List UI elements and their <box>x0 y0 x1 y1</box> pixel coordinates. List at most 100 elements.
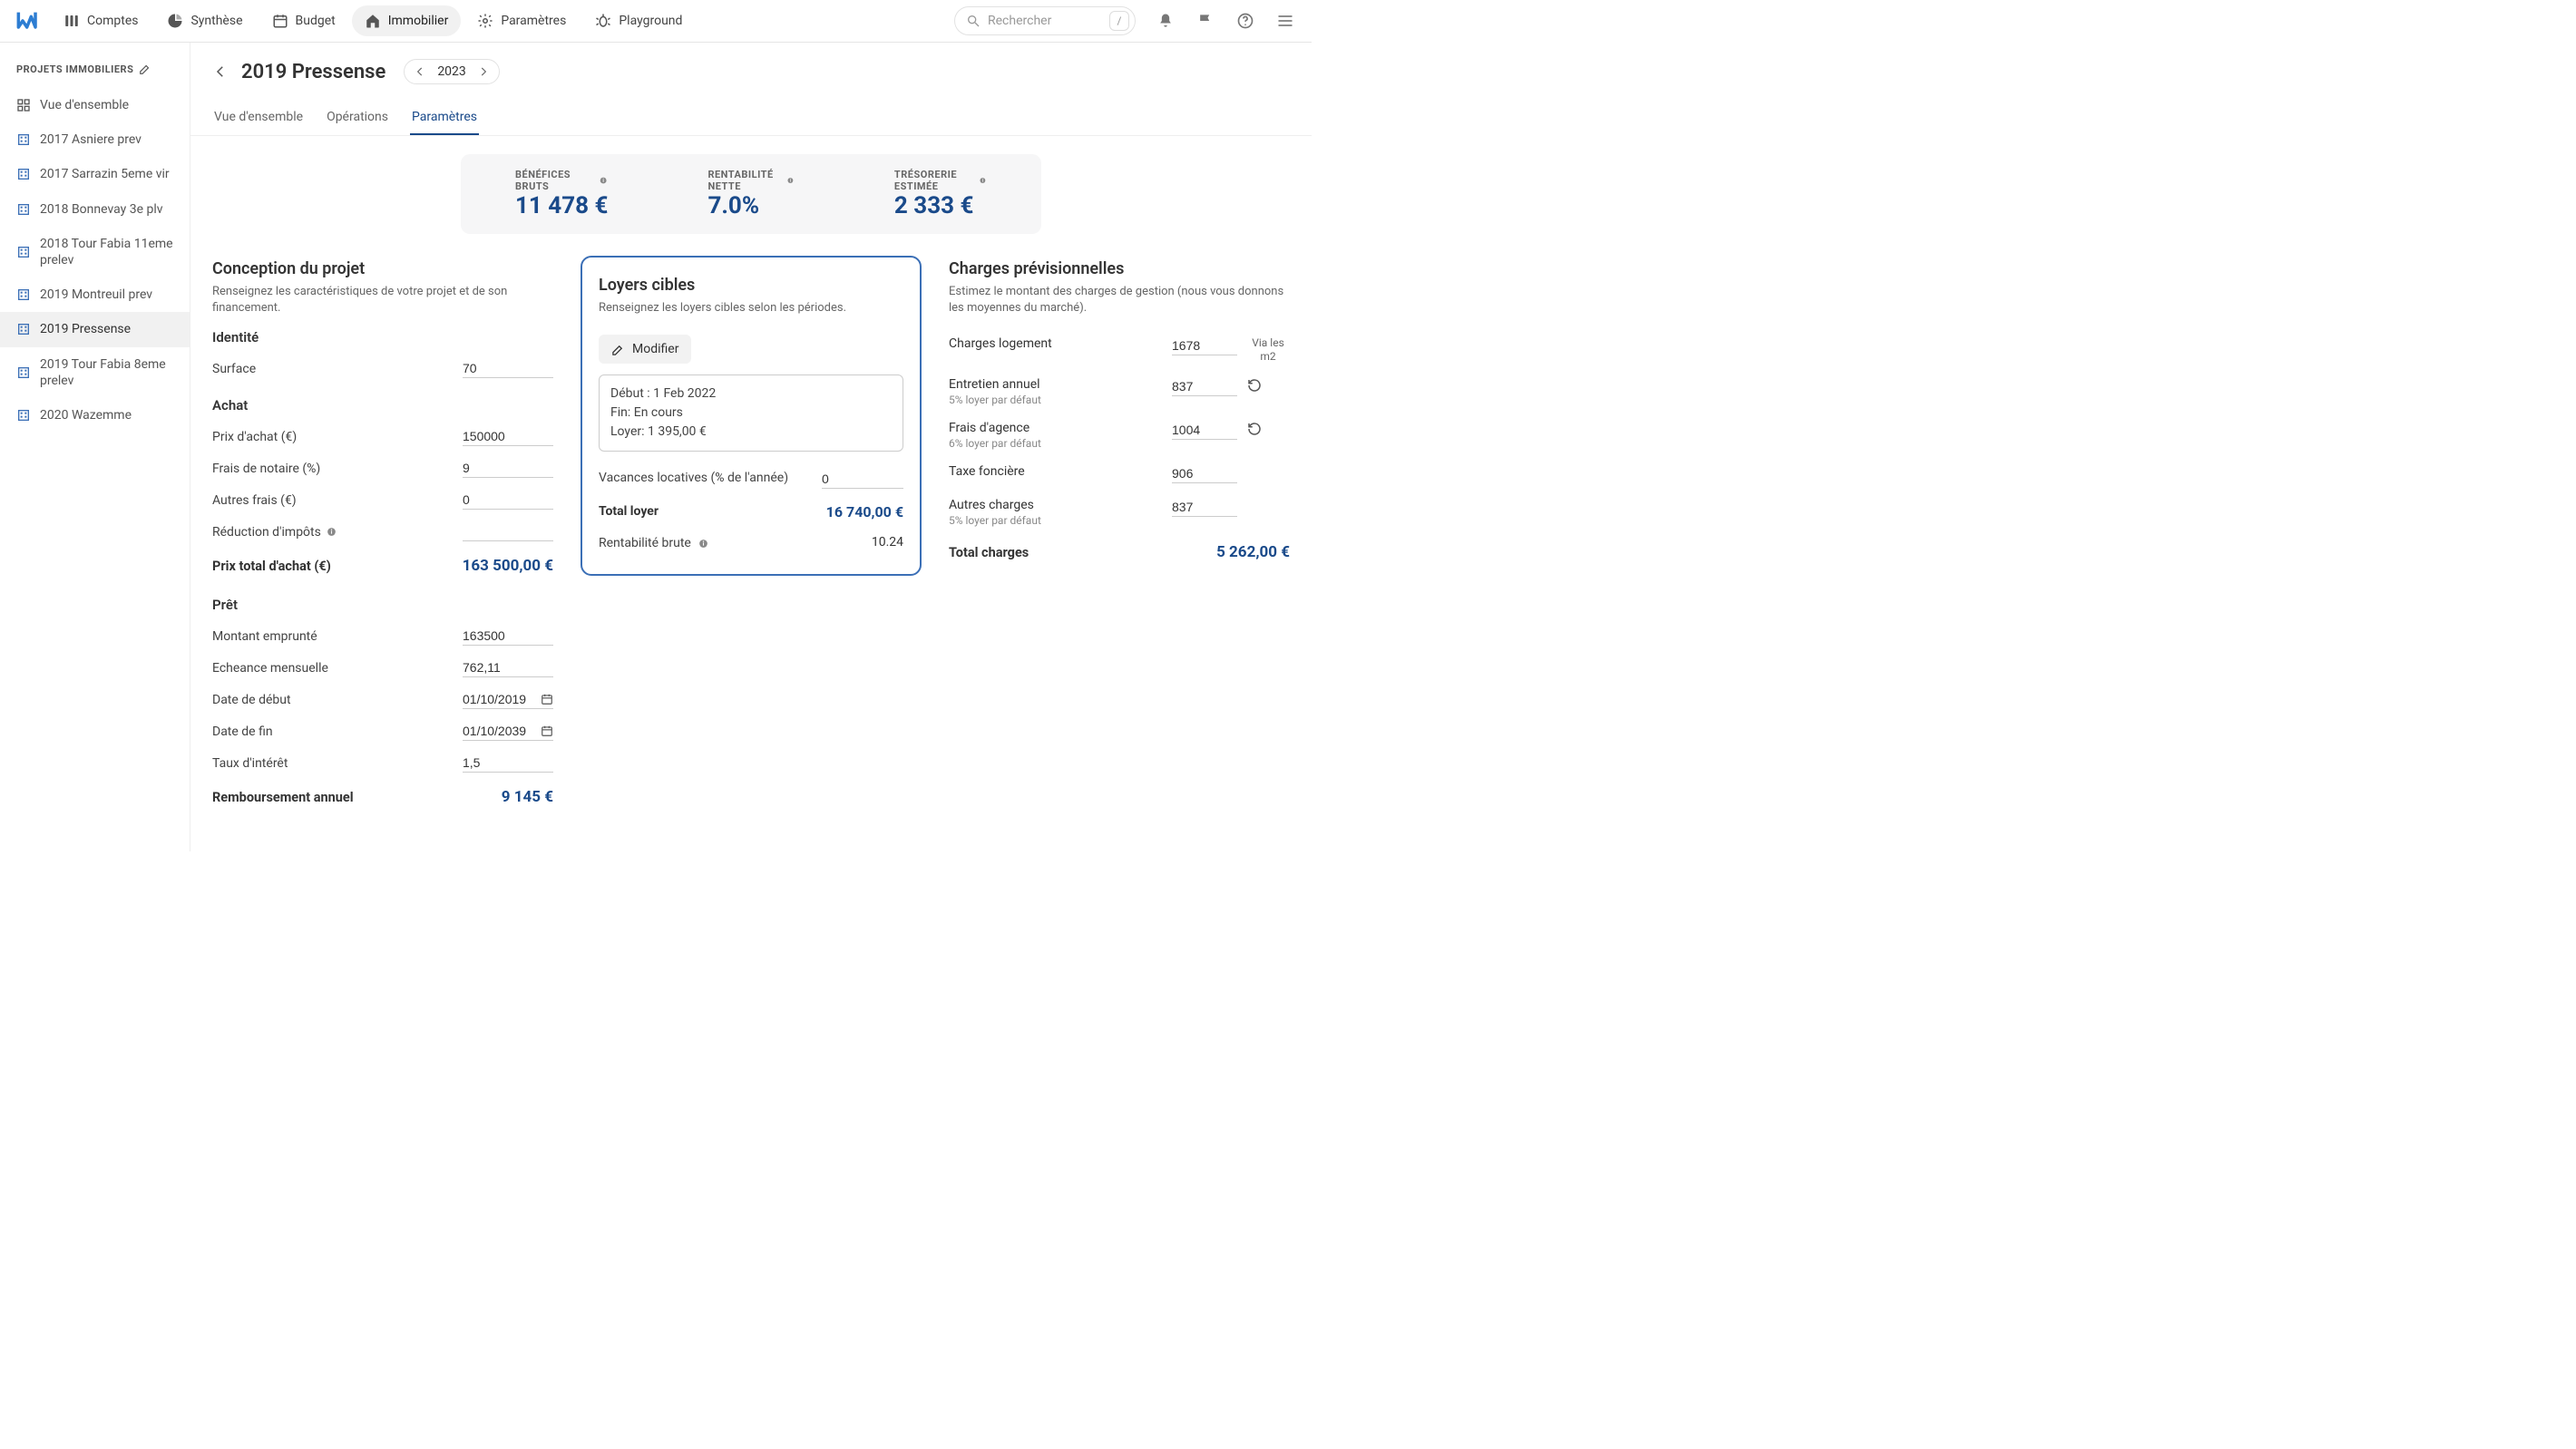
kpi: TRÉSORERIE ESTIMÉE2 333 € <box>894 169 987 219</box>
nav-label: Immobilier <box>388 14 449 28</box>
autres-frais-input[interactable] <box>463 491 553 510</box>
nav-item-budget[interactable]: Budget <box>259 5 348 36</box>
reset-button[interactable] <box>1246 377 1290 394</box>
info-icon[interactable] <box>786 175 795 186</box>
taux-input[interactable] <box>463 754 553 773</box>
tabs: Vue d'ensemble Opérations Paramètres <box>212 101 1290 135</box>
kpi: BÉNÉFICES BRUTS11 478 € <box>515 169 608 219</box>
reset-button[interactable] <box>1246 421 1290 437</box>
sidebar-item[interactable]: 2019 Tour Fabia 8eme prelev <box>0 347 190 398</box>
calendar-icon <box>541 724 553 737</box>
sidebar-item[interactable]: 2019 Montreuil prev <box>0 277 190 312</box>
nav-item-comptes[interactable]: Comptes <box>51 5 151 36</box>
sidebar-item[interactable]: 2019 Pressense <box>0 312 190 346</box>
help-icon <box>1236 12 1254 30</box>
search-icon <box>966 14 981 28</box>
sidebar-item-label: 2019 Montreuil prev <box>40 287 152 303</box>
menu-button[interactable] <box>1275 11 1295 31</box>
info-icon[interactable] <box>979 175 987 186</box>
nav-item-synthèse[interactable]: Synthèse <box>154 5 255 36</box>
grid-icon <box>16 98 31 112</box>
sidebar-item[interactable]: 2017 Sarrazin 5eme vir <box>0 157 190 191</box>
montant-input[interactable] <box>463 627 553 646</box>
year-next-button[interactable] <box>477 65 490 78</box>
sidebar-overview[interactable]: Vue d'ensemble <box>0 88 190 122</box>
period-box[interactable]: Début : 1 Feb 2022 Fin: En cours Loyer: … <box>599 374 903 452</box>
nav-label: Comptes <box>87 14 138 28</box>
reduction-input[interactable] <box>463 522 553 541</box>
charge-input[interactable] <box>1172 421 1237 440</box>
nav-item-playground[interactable]: Playground <box>582 5 695 36</box>
help-button[interactable] <box>1235 11 1255 31</box>
vacances-input[interactable] <box>822 470 903 489</box>
columns-icon <box>63 13 80 29</box>
total-loyer-value: 16 740,00 € <box>826 503 903 520</box>
loyers-title: Loyers cibles <box>599 276 903 295</box>
search-input[interactable]: Rechercher / <box>954 6 1136 35</box>
building-icon <box>16 132 31 147</box>
sidebar-item[interactable]: 2020 Wazemme <box>0 398 190 433</box>
charge-row: Autres charges5% loyer par défaut <box>949 491 1290 534</box>
sidebar-item-label: 2018 Bonnevay 3e plv <box>40 201 163 218</box>
nav-item-immobilier[interactable]: Immobilier <box>352 5 462 36</box>
charge-input[interactable] <box>1172 377 1237 396</box>
app-logo[interactable] <box>16 8 42 34</box>
menu-icon <box>1276 12 1294 30</box>
sidebar-item[interactable]: 2017 Asniere prev <box>0 122 190 157</box>
vacances-label: Vacances locatives (% de l'année) <box>599 470 811 487</box>
nav-item-paramètres[interactable]: Paramètres <box>464 5 579 36</box>
date-debut-input[interactable] <box>463 690 553 709</box>
flag-icon <box>1196 12 1215 30</box>
sidebar-item[interactable]: 2018 Tour Fabia 11eme prelev <box>0 227 190 277</box>
info-icon[interactable] <box>698 538 709 549</box>
charge-input[interactable] <box>1172 498 1237 517</box>
notifications-button[interactable] <box>1156 11 1176 31</box>
montant-label: Montant emprunté <box>212 629 452 644</box>
period-end: Fin: En cours <box>610 404 892 423</box>
charge-sublabel: 6% loyer par défaut <box>949 437 1163 450</box>
tab-vue-d-ensemble[interactable]: Vue d'ensemble <box>212 101 305 135</box>
pret-heading: Prêt <box>212 597 553 613</box>
notaire-input[interactable] <box>463 459 553 478</box>
content-header: 2019 Pressense 2023 Vue d'ensembleOpérat… <box>190 43 1312 136</box>
date-fin-input[interactable] <box>463 722 553 741</box>
surface-input[interactable] <box>463 359 553 378</box>
charge-label: Entretien annuel <box>949 377 1163 392</box>
info-icon[interactable] <box>326 526 337 538</box>
building-icon <box>16 167 31 181</box>
sidebar-item-label: 2017 Sarrazin 5eme vir <box>40 166 170 182</box>
pencil-icon[interactable] <box>139 63 151 75</box>
sidebar-item-label: 2018 Tour Fabia 11eme prelev <box>40 236 173 268</box>
charge-input[interactable] <box>1172 336 1237 355</box>
modify-button[interactable]: Modifier <box>599 335 691 364</box>
echeance-label: Echeance mensuelle <box>212 661 452 676</box>
year-value: 2023 <box>437 64 465 79</box>
reduction-label: Réduction d'impôts <box>212 525 452 540</box>
total-charges-value: 5 262,00 € <box>1216 543 1290 561</box>
prix-achat-label: Prix d'achat (€) <box>212 430 452 444</box>
period-rent: Loyer: 1 395,00 € <box>610 423 892 442</box>
kpi-label: RENTABILITÉ NETTE <box>707 169 794 192</box>
kpi-label: BÉNÉFICES BRUTS <box>515 169 608 192</box>
conception-subtitle: Renseignez les caractéristiques de votre… <box>212 284 553 316</box>
date-debut-label: Date de début <box>212 693 452 707</box>
charge-input[interactable] <box>1172 464 1237 483</box>
tab-op-rations[interactable]: Opérations <box>325 101 390 135</box>
sidebar-item-label: 2019 Tour Fabia 8eme prelev <box>40 356 173 389</box>
prix-total-value: 163 500,00 € <box>463 557 553 575</box>
nav-label: Paramètres <box>501 14 566 28</box>
achat-heading: Achat <box>212 397 553 413</box>
charge-label: Autres charges <box>949 498 1163 512</box>
back-button[interactable] <box>212 63 229 80</box>
tab-param-tres[interactable]: Paramètres <box>410 101 479 135</box>
flag-button[interactable] <box>1195 11 1215 31</box>
sidebar: PROJETS IMMOBILIERS Vue d'ensemble 2017 … <box>0 43 190 851</box>
year-prev-button[interactable] <box>414 65 426 78</box>
building-icon <box>16 287 31 302</box>
echeance-input[interactable] <box>463 658 553 677</box>
prix-achat-input[interactable] <box>463 427 553 446</box>
info-icon[interactable] <box>599 175 608 186</box>
charge-sublabel: 5% loyer par défaut <box>949 394 1163 406</box>
sidebar-item[interactable]: 2018 Bonnevay 3e plv <box>0 192 190 227</box>
sidebar-overview-label: Vue d'ensemble <box>40 97 129 113</box>
